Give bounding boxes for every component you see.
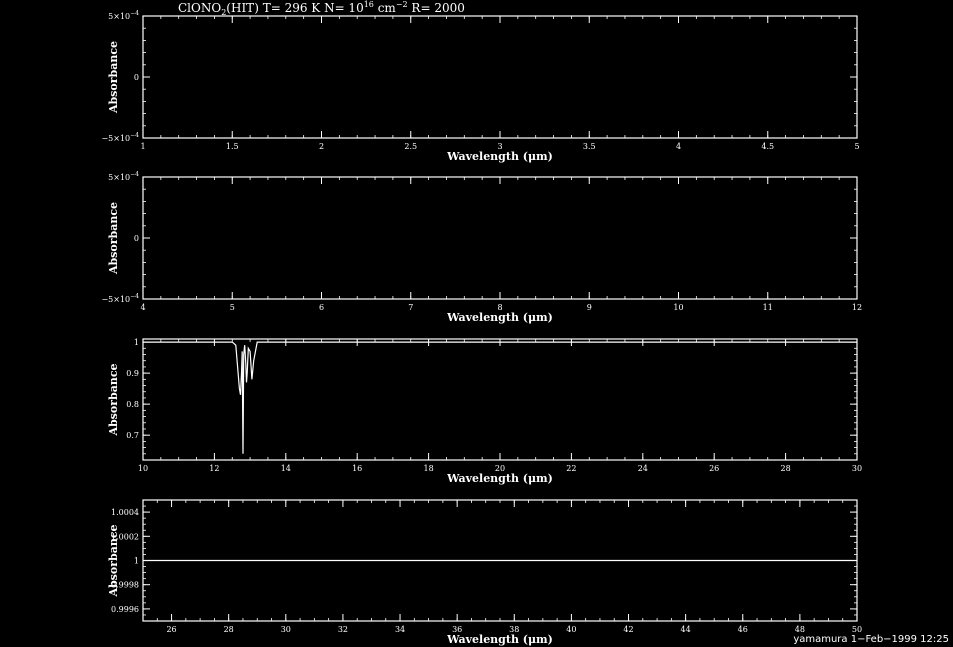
x-tick-label: 28 <box>781 464 791 473</box>
x-tick-label: 48 <box>795 625 805 634</box>
x-tick-label: 30 <box>281 625 291 634</box>
x-tick-label: 2.5 <box>404 142 417 151</box>
x-tick-label: 16 <box>352 464 362 473</box>
title-column: N= 10 <box>320 1 363 15</box>
x-tick-label: 46 <box>738 625 748 634</box>
x-tick-label: 28 <box>224 625 234 634</box>
y-tick-label: 0.7 <box>126 431 139 440</box>
figure-title: ClONO2(HIT) T= 296 K N= 1016 cm−2 R= 200… <box>178 0 465 17</box>
y-tick-label: 0 <box>134 73 139 82</box>
x-tick-label: 40 <box>566 625 576 634</box>
x-tick-label: 12 <box>852 303 862 312</box>
x-tick-label: 26 <box>166 625 176 634</box>
title-resolution: R= 2000 <box>408 1 465 15</box>
y-tick-label: 1 <box>134 338 139 347</box>
title-column-exponent: 16 <box>364 0 374 9</box>
x-tick-label: 5 <box>230 303 235 312</box>
y-tick-label: 0.9996 <box>111 605 139 614</box>
y-axis-label: Absorbance <box>107 363 120 436</box>
x-tick-label: 5 <box>854 142 859 151</box>
x-tick-label: 1 <box>140 142 145 151</box>
y-tick-label: 0 <box>134 234 139 243</box>
x-tick-label: 10 <box>138 464 148 473</box>
x-axis-label: Wavelength (μm) <box>446 311 553 324</box>
panel-3: 10 12 14 16 18 20 22 24 26 28 300.70.80.91Waveleng… <box>107 338 862 485</box>
panel-4: 26 28 30 32 34 36 38 40 42 44 46 48 500.99960.999811… <box>107 499 862 646</box>
y-tick-label: 5×10−4 <box>108 171 139 182</box>
x-tick-label: 11 <box>763 303 773 312</box>
x-tick-label: 10 <box>673 303 683 312</box>
y-tick-label: 0.8 <box>126 400 139 409</box>
y-tick-label: 1.0004 <box>111 508 139 517</box>
x-tick-label: 3.5 <box>583 142 596 151</box>
y-tick-label: 5×10−4 <box>108 10 139 21</box>
title-column-unit: cm <box>374 1 397 15</box>
x-tick-label: 2 <box>319 142 324 151</box>
x-axis-label: Wavelength (μm) <box>446 150 553 163</box>
x-tick-label: 4 <box>140 303 145 312</box>
x-tick-label: 1.5 <box>226 142 239 151</box>
y-tick-label: 0.9 <box>126 369 139 378</box>
x-tick-label: 4 <box>676 142 681 151</box>
title-source: (HIT) <box>226 1 259 15</box>
x-tick-label: 22 <box>566 464 576 473</box>
x-tick-label: 30 <box>852 464 862 473</box>
y-axis-label: Absorbance <box>107 41 120 114</box>
x-tick-label: 42 <box>623 625 633 634</box>
x-tick-label: 18 <box>424 464 434 473</box>
x-tick-label: 50 <box>852 625 862 634</box>
x-tick-label: 24 <box>638 464 648 473</box>
x-tick-label: 32 <box>338 625 348 634</box>
title-temperature: T= 296 K <box>259 1 321 15</box>
x-tick-label: 6 <box>319 303 324 312</box>
x-tick-label: 14 <box>281 464 291 473</box>
plot-frame <box>142 15 858 139</box>
spectra-figure: ClONO2(HIT) T= 296 K N= 1016 cm−2 R= 200… <box>101 0 862 646</box>
x-tick-label: 26 <box>709 464 719 473</box>
x-tick-label: 12 <box>209 464 219 473</box>
y-tick-label: 1 <box>134 557 139 566</box>
x-axis-label: Wavelength (μm) <box>446 633 553 646</box>
y-axis-label: Absorbance <box>107 202 120 275</box>
panel-2: 4 5 6 7 8 9 10 11 12−5×10−405×10−4Wavelength (μm… <box>101 171 862 324</box>
footer-credit: yamamura 1−Feb−1999 12:25 <box>793 634 949 645</box>
panel-1: 1 1.5 2 2.5 3 3.5 4 4.5 5−5×10−405×10−4Wavelengt… <box>101 10 859 163</box>
y-tick-label: −5×10−4 <box>101 132 139 143</box>
x-tick-label: 7 <box>408 303 413 312</box>
y-tick-label: −5×10−4 <box>101 293 139 304</box>
chart-panels: 1 1.5 2 2.5 3 3.5 4 4.5 5−5×10−405×10−4Wavelengt… <box>101 10 862 646</box>
x-tick-label: 9 <box>587 303 592 312</box>
absorbance-line <box>143 341 857 454</box>
x-tick-label: 34 <box>395 625 405 634</box>
y-axis-label: Absorbance <box>107 524 120 597</box>
title-species: ClONO <box>178 1 221 15</box>
plot-frame <box>142 176 858 300</box>
x-axis-label: Wavelength (μm) <box>446 472 553 485</box>
x-tick-label: 44 <box>681 625 691 634</box>
title-column-unit-exponent: −2 <box>396 0 408 9</box>
x-tick-label: 4.5 <box>761 142 774 151</box>
